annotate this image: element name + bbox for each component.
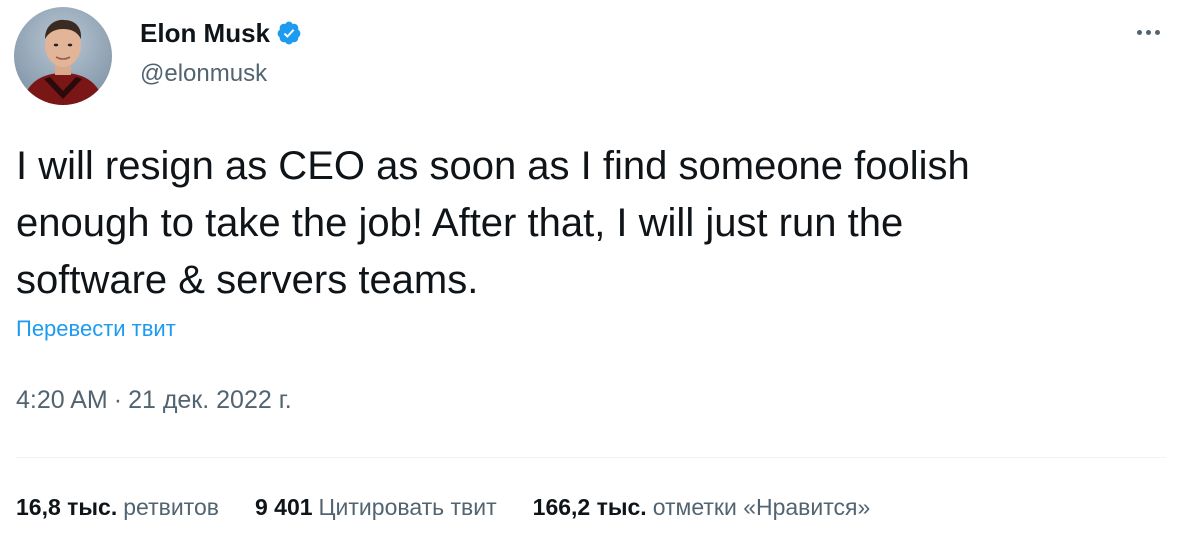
more-dot bbox=[1145, 29, 1151, 35]
author-display-name[interactable]: Elon Musk bbox=[140, 18, 270, 49]
likes-stat[interactable]: 166,2 тыс. отметки «Нравится» bbox=[533, 494, 871, 521]
avatar[interactable] bbox=[14, 7, 112, 105]
translate-tweet-link[interactable]: Перевести твит bbox=[16, 316, 176, 342]
tweet-text: I will resign as CEO as soon as I find s… bbox=[16, 144, 970, 302]
verified-badge-icon bbox=[276, 20, 302, 46]
tweet-stats: 16,8 тыс. ретвитов 9 401 Цитировать твит 1… bbox=[16, 494, 906, 521]
likes-label: отметки «Нравится» bbox=[652, 494, 871, 520]
author-handle[interactable]: @elonmusk bbox=[140, 60, 267, 88]
divider bbox=[16, 457, 1166, 458]
author-name-row: Elon Musk bbox=[140, 16, 302, 50]
tweet-date[interactable]: 21 дек. 2022 г. bbox=[128, 386, 292, 414]
quotes-count: 9 401 bbox=[254, 494, 313, 520]
meta-separator: · bbox=[113, 386, 123, 414]
avatar-image bbox=[14, 7, 112, 105]
quotes-stat[interactable]: 9 401 Цитировать твит bbox=[255, 494, 497, 521]
retweets-stat[interactable]: 16,8 тыс. ретвитов bbox=[16, 494, 219, 521]
tweet-card: Elon Musk @elonmusk I will resign as CEO… bbox=[0, 0, 1200, 550]
more-dot bbox=[1154, 29, 1160, 35]
more-options-icon[interactable] bbox=[1128, 20, 1168, 44]
retweets-label: ретвитов bbox=[123, 494, 219, 520]
retweets-count: 16,8 тыс. bbox=[16, 494, 118, 520]
more-dot bbox=[1136, 29, 1142, 35]
tweet-time[interactable]: 4:20 AM bbox=[16, 386, 108, 414]
likes-count: 166,2 тыс. bbox=[532, 494, 647, 520]
quotes-label: Цитировать твит bbox=[318, 494, 497, 520]
tweet-timestamp: 4:20 AM · 21 дек. 2022 г. bbox=[16, 386, 292, 415]
